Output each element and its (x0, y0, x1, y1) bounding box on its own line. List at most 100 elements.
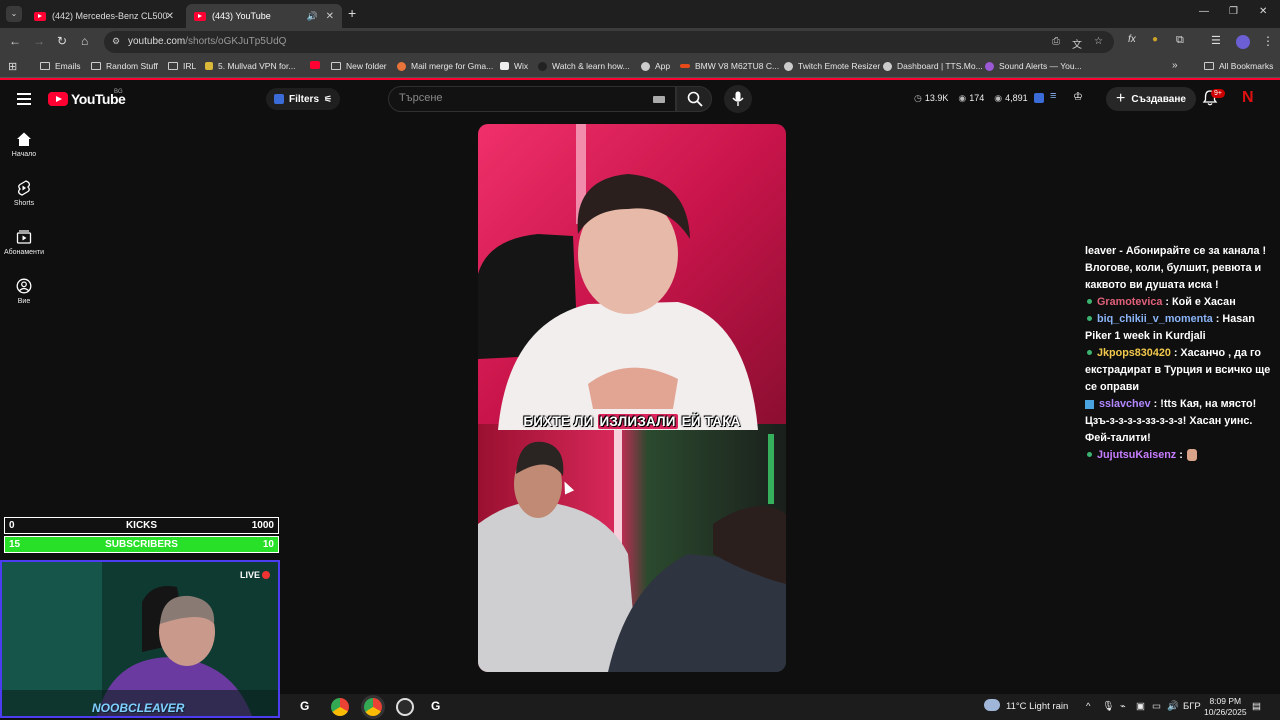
bookmark-youtube[interactable] (310, 61, 325, 69)
windows-taskbar: G G 11°C Light rain ^ 🎙 ⌁ ▣ ▭ 🔊 БГР 8:09… (280, 694, 1280, 720)
new-tab-button[interactable]: + (348, 5, 356, 21)
reload-icon[interactable]: ↻ (57, 34, 67, 48)
site-info-icon[interactable]: ⚙ (112, 36, 120, 47)
bookmark-irl[interactable]: IRL (168, 61, 196, 71)
clock-time: 8:09 PM (1209, 696, 1242, 706)
chat-badge-icon (1087, 350, 1092, 356)
subscribers-goal-bar: SUBSCRIBERS 15 10 (4, 536, 279, 553)
keyboard-icon[interactable] (653, 96, 665, 103)
video-frame (478, 124, 786, 672)
home-icon (17, 132, 31, 146)
bookmark-random-stuff[interactable]: Random Stuff (91, 61, 158, 71)
restore-icon[interactable]: ❐ (1229, 6, 1238, 17)
more-menu-icon[interactable]: ⋮ (1262, 34, 1274, 48)
profile-avatar[interactable] (1236, 35, 1250, 49)
address-bar[interactable]: ⚙ youtube.com/shorts/oGKJuTp5UdQ ⎙ 文 ☆ (104, 31, 1114, 53)
bookmark-app[interactable]: App (641, 61, 670, 71)
chat-text: : (1176, 449, 1183, 461)
create-button[interactable]: + Създаване (1106, 87, 1196, 111)
bookmark-sound-alerts[interactable]: Sound Alerts — You... (985, 61, 1082, 71)
taskbar-chrome-profile-icon[interactable] (331, 698, 349, 716)
bookmark-mullvad[interactable]: 5. Mullvad VPN for... (205, 61, 295, 71)
apps-grid-icon[interactable]: ⊞ (8, 60, 17, 73)
bookmark-bmw[interactable]: BMW V8 M62TU8 C... (680, 61, 779, 71)
taskbar-app-icon[interactable]: G (300, 699, 309, 713)
bookmark-label: Dashboard | TTS.Mo... (897, 61, 983, 71)
extension-fx-icon[interactable]: fx (1128, 34, 1136, 45)
system-clock[interactable]: 8:09 PM 10/26/2025 (1204, 696, 1247, 718)
sidebar-item-you[interactable]: Вие (0, 278, 48, 305)
streamer-name: NOOBCLEAVER (92, 701, 185, 715)
back-icon[interactable]: ← (9, 34, 21, 48)
input-language[interactable]: БГР (1183, 701, 1201, 712)
youtube-favicon-icon (34, 11, 46, 21)
trophy-icon[interactable]: ♔ (1073, 90, 1083, 103)
close-window-icon[interactable]: ✕ (1259, 6, 1267, 17)
taskbar-app-icon[interactable]: G (431, 699, 440, 713)
show-hidden-icons-icon[interactable]: ^ (1086, 701, 1090, 712)
taskbar-chrome-icon[interactable] (364, 698, 382, 716)
chat-overlay: leaver - Абонирайте се за канала ! Влого… (1085, 243, 1275, 464)
list-icon[interactable]: ≡ (1050, 90, 1056, 102)
search-box[interactable] (388, 86, 676, 112)
close-tab-icon[interactable]: ✕ (326, 11, 334, 22)
extensions-puzzle-icon[interactable]: ⧉ (1176, 34, 1184, 47)
tab-mercedes[interactable]: (442) Mercedes-Benz CL500 4m ✕ (26, 4, 182, 28)
search-button[interactable] (676, 86, 712, 112)
translate-icon[interactable]: 文 (1072, 36, 1082, 51)
url-text[interactable]: youtube.com/shorts/oGKJuTp5UdQ (128, 36, 286, 47)
notifications-center-icon[interactable]: ▤ (1252, 701, 1261, 712)
extension-icon[interactable]: ● (1152, 34, 1158, 45)
bookmark-wix[interactable]: Wix (500, 61, 528, 71)
all-bookmarks[interactable]: All Bookmarks (1204, 61, 1273, 71)
filters-button[interactable]: Filters ⚟ (266, 88, 341, 110)
caption-highlight-word: ИЗЛИЗАЛИ (597, 414, 678, 429)
caption-text: ЕЙ ТАКА (677, 414, 741, 429)
weather-text[interactable]: 11°C Light rain (1006, 701, 1068, 712)
chat-text: leaver - Абонирайте се за канала ! Влого… (1085, 245, 1267, 291)
more-bookmarks-icon[interactable]: » (1172, 60, 1178, 71)
youtube-logo[interactable]: YouTube BG (48, 89, 126, 107)
bookmark-twitch-emote[interactable]: Twitch Emote Resizer (784, 61, 880, 71)
bookmark-emails[interactable]: Emails (40, 61, 81, 71)
chat-badge-icon (1087, 316, 1092, 322)
weather-icon[interactable] (984, 699, 1000, 711)
volume-icon[interactable]: 🔊 (1167, 701, 1179, 712)
sidebar-item-home[interactable]: Начало (0, 131, 48, 158)
hamburger-menu-icon[interactable] (17, 93, 31, 105)
chat-username: sslavchev (1099, 398, 1151, 410)
chat-message: JujutsuKaisenz : (1085, 447, 1275, 464)
voice-search-button[interactable] (724, 85, 752, 113)
sidebar-item-subscriptions[interactable]: Абонаменти (0, 229, 48, 256)
display-icon[interactable]: ▣ (1136, 701, 1145, 712)
channel-avatar[interactable]: N (1242, 89, 1254, 107)
bookmark-watch-learn[interactable]: Watch & learn how... (538, 61, 630, 71)
bookmark-new-folder[interactable]: New folder (331, 61, 387, 71)
sidebar-item-shorts[interactable]: Shorts (0, 180, 48, 207)
shorts-video-player[interactable]: БИХТЕ ЛИ ИЗЛИЗАЛИ ЕЙ ТАКА (478, 124, 786, 672)
install-app-icon[interactable]: ⎙ (1052, 36, 1060, 47)
home-icon[interactable]: ⌂ (81, 34, 88, 48)
tab-label: (443) YouTube (212, 11, 271, 21)
reading-list-icon[interactable]: ☰ (1211, 34, 1221, 47)
taskbar-obs-icon[interactable] (396, 698, 414, 716)
minimize-icon[interactable]: — (1199, 6, 1209, 17)
bookmark-dashboard[interactable]: Dashboard | TTS.Mo... (883, 61, 983, 71)
microphone-tray-icon[interactable]: 🎙 (1102, 701, 1114, 712)
youtube-header: YouTube BG Filters ⚟ ◷13.9K ◉174 ◉4,891 … (0, 80, 1280, 120)
audio-playing-icon[interactable]: 🔊 (307, 11, 318, 22)
close-tab-icon[interactable]: ✕ (166, 11, 174, 22)
tab-youtube[interactable]: (443) YouTube 🔊 ✕ (186, 4, 342, 28)
network-icon[interactable]: ⌁ (1120, 701, 1126, 712)
sidebar-item-label: Shorts (13, 200, 35, 207)
bookmark-mail-merge[interactable]: Mail merge for Gma... (397, 61, 493, 71)
monitor-icon[interactable]: ▭ (1152, 701, 1161, 712)
forward-icon[interactable]: → (33, 34, 45, 48)
browser-toolbar: ← → ↻ ⌂ ⚙ youtube.com/shorts/oGKJuTp5UdQ… (0, 28, 1280, 56)
bookmark-star-icon[interactable]: ☆ (1094, 36, 1103, 47)
live-dot-icon (262, 571, 270, 579)
globe-icon (883, 61, 892, 71)
extension-blue-icon[interactable] (1034, 93, 1044, 103)
tab-search-button[interactable]: ⌄ (6, 6, 22, 22)
search-input[interactable] (399, 92, 629, 104)
